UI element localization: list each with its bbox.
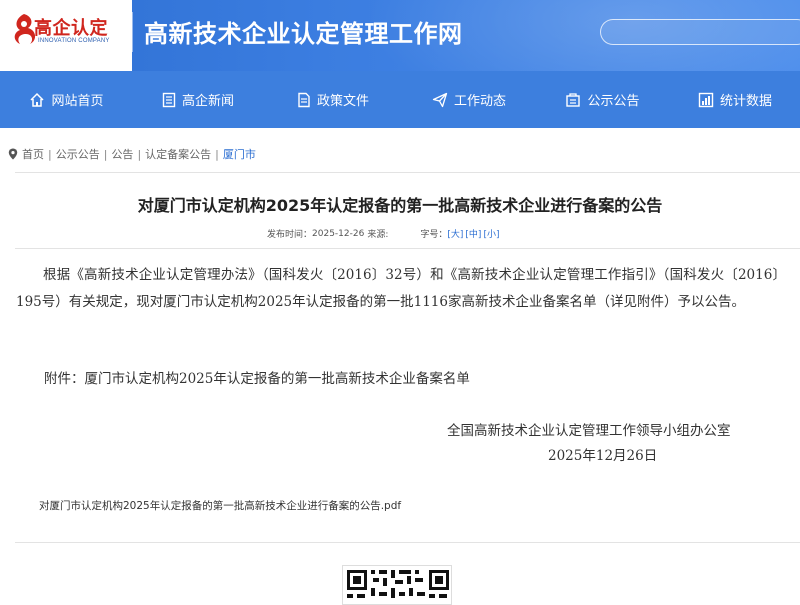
breadcrumb-certification[interactable]: 认定备案公告: [145, 146, 211, 162]
breadcrumb-divider: [15, 172, 800, 173]
nav-item-announcement[interactable]: 公示公告: [535, 71, 670, 128]
nav-item-work[interactable]: 工作动态: [403, 71, 535, 128]
breadcrumb-announcements[interactable]: 公示公告: [56, 146, 100, 162]
signature-date: 2025年12月26日: [548, 448, 658, 464]
nav-item-statistics[interactable]: 统计数据: [670, 71, 800, 128]
breadcrumb-separator: |: [215, 147, 219, 161]
font-size-small-button[interactable]: [小]: [483, 227, 499, 240]
pdf-attachment-link[interactable]: 对厦门市认定机构2025年认定报备的第一批高新技术企业进行备案的公告.pdf: [39, 498, 401, 513]
nav-item-news[interactable]: 高企新闻: [133, 71, 263, 128]
main-nav: 网站首页 高企新闻 政策文件 工作动态 公示公告 统计数据: [0, 71, 800, 128]
breadcrumb-home[interactable]: 首页: [22, 146, 44, 162]
breadcrumb-notice[interactable]: 公告: [111, 146, 133, 162]
nav-item-home[interactable]: 网站首页: [0, 71, 133, 128]
qr-code: [342, 565, 452, 605]
article-title: 对厦门市认定机构2025年认定报备的第一批高新技术企业进行备案的公告: [137, 196, 663, 215]
breadcrumb: 首页 | 公示公告 | 公告 | 认定备案公告 | 厦门市: [8, 146, 256, 162]
news-icon: [162, 92, 176, 107]
send-icon: [432, 92, 448, 107]
font-size-large-button[interactable]: [大]: [447, 227, 463, 240]
breadcrumb-xiamen[interactable]: 厦门市: [223, 146, 256, 162]
font-size-label: 字号：: [420, 230, 448, 240]
logo-text: 高企认定: [34, 18, 108, 39]
publish-date: 2025-12-26: [312, 228, 365, 239]
qr-code-icon: [347, 570, 449, 598]
font-size-medium-button[interactable]: [中]: [465, 227, 481, 240]
nav-item-label: 工作动态: [453, 94, 506, 109]
breadcrumb-separator: |: [103, 147, 108, 161]
article-body: 根据《高新技术企业认定管理办法》（国科发火〔2016〕32号）和《高新技术企业认…: [16, 267, 786, 310]
breadcrumb-separator: |: [48, 147, 52, 161]
article-meta: 发布时间： 2025-12-26 来源: 字号： [大] [中] [小]: [267, 227, 499, 241]
site-title: 高新技术企业认定管理工作网: [144, 20, 463, 48]
logo-english-text: INNOVATION COMPANY: [38, 38, 110, 44]
statistics-icon: [698, 92, 714, 107]
attachment-line: 附件：厦门市认定机构2025年认定报备的第一批高新技术企业备案名单: [44, 371, 470, 387]
nav-item-label: 政策文件: [316, 94, 369, 109]
location-pin-icon: [8, 148, 18, 160]
nav-item-label: 统计数据: [719, 94, 772, 109]
source-label: 来源:: [367, 230, 389, 240]
document-icon: [298, 92, 310, 107]
logo-divider: [132, 12, 133, 52]
nav-item-label: 公示公告: [587, 94, 640, 109]
nav-item-label: 高企新闻: [181, 94, 234, 109]
publish-time-label: 发布时间：: [267, 230, 313, 240]
home-icon: [30, 92, 45, 107]
site-logo[interactable]: 高企认定 INNOVATION COMPANY: [0, 0, 132, 71]
search-box[interactable]: [600, 19, 800, 45]
announcement-icon: [566, 92, 581, 107]
nav-item-label: 网站首页: [51, 94, 104, 109]
nav-item-policy[interactable]: 政策文件: [263, 71, 403, 128]
site-header: 高企认定 INNOVATION COMPANY 高新技术企业认定管理工作网: [0, 0, 800, 71]
search-input[interactable]: [601, 20, 800, 44]
content-divider: [15, 542, 800, 543]
breadcrumb-separator: |: [137, 147, 142, 161]
signature-organization: 全国高新技术企业认定管理工作领导小组办公室: [447, 423, 731, 439]
title-divider: [15, 248, 800, 249]
